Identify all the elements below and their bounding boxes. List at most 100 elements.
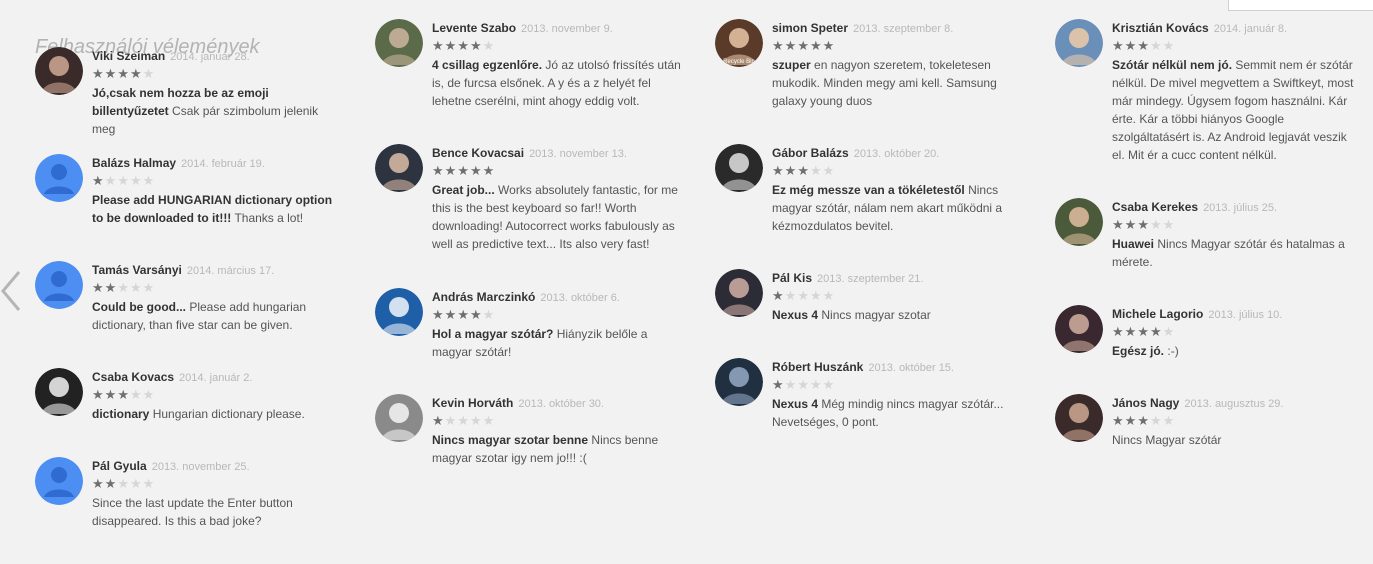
star-icon: ★ <box>822 377 836 392</box>
star-icon: ★ <box>104 387 118 402</box>
reviewer-name[interactable]: Michele Lagorio <box>1112 307 1203 321</box>
star-icon: ★ <box>1149 413 1163 428</box>
reviewer-name[interactable]: János Nagy <box>1112 396 1179 410</box>
star-rating: ★★★★★ <box>772 378 835 392</box>
user-avatar[interactable] <box>1055 198 1103 246</box>
star-icon: ★ <box>1112 413 1125 428</box>
star-icon: ★ <box>104 173 118 188</box>
reviewer-name[interactable]: Pál Kis <box>772 271 812 285</box>
review-text: Hungarian dictionary please. <box>152 407 305 421</box>
review-header: Krisztián Kovács 2014. január 8. <box>1112 21 1287 36</box>
review-body: 4 csillag egzenlőre. Jó az utolsó frissí… <box>432 56 682 110</box>
review-title: szuper <box>772 58 811 72</box>
user-avatar[interactable] <box>375 394 423 442</box>
review-date: 2013. augusztus 29. <box>1184 398 1284 410</box>
review-header: Róbert Huszánk 2013. október 15. <box>772 360 954 375</box>
star-icon: ★ <box>797 38 810 53</box>
star-icon: ★ <box>432 38 445 53</box>
reviewer-name[interactable]: András Marczinkó <box>432 290 535 304</box>
star-icon: ★ <box>1112 217 1125 232</box>
star-icon: ★ <box>772 288 785 303</box>
default-avatar-icon[interactable] <box>35 457 83 505</box>
user-avatar[interactable] <box>1055 394 1103 442</box>
chevron-left-icon <box>1 271 21 311</box>
review-date: 2014. február 19. <box>181 158 265 170</box>
default-avatar-icon[interactable] <box>35 154 83 202</box>
reviewer-name[interactable]: Csaba Kovacs <box>92 370 174 384</box>
reviewer-name[interactable]: Gábor Balázs <box>772 146 849 160</box>
star-icon: ★ <box>784 288 798 303</box>
star-icon: ★ <box>482 307 496 322</box>
star-icon: ★ <box>469 307 483 322</box>
review-body: Hol a magyar szótár? Hiányzik belőle a m… <box>432 325 682 361</box>
review-body: dictionary Hungarian dictionary please. <box>92 405 342 423</box>
user-avatar[interactable] <box>715 269 763 317</box>
previous-page-arrow[interactable] <box>0 268 22 314</box>
reviewer-name[interactable]: Krisztián Kovács <box>1112 21 1209 35</box>
review-text: :-) <box>1167 344 1179 358</box>
star-icon: ★ <box>92 476 105 491</box>
star-rating: ★★★★★ <box>432 414 495 428</box>
user-avatar[interactable] <box>35 47 83 95</box>
review-date: 2014. január 2. <box>179 372 253 384</box>
review-date: 2014. március 17. <box>186 265 275 277</box>
reviewer-name[interactable]: Tamás Varsányi <box>92 263 182 277</box>
user-avatar[interactable] <box>375 288 423 336</box>
review-title: Szótár nélkül nem jó. <box>1112 58 1233 72</box>
review-header: Gábor Balázs 2013. október 20. <box>772 146 939 161</box>
review-header: Csaba Kovacs 2014. január 2. <box>92 370 252 385</box>
star-icon: ★ <box>822 38 836 53</box>
star-icon: ★ <box>1162 324 1176 339</box>
review-body: Egész jó. :-) <box>1112 342 1362 360</box>
star-icon: ★ <box>1162 413 1176 428</box>
reviewer-name[interactable]: Balázs Halmay <box>92 156 176 170</box>
user-avatar[interactable]: Recycle Bin <box>715 19 763 67</box>
star-rating: ★★★★★ <box>432 308 495 322</box>
star-icon: ★ <box>1149 217 1163 232</box>
star-icon: ★ <box>432 413 445 428</box>
reviewer-name[interactable]: Róbert Huszánk <box>772 360 863 374</box>
star-rating: ★★★★★ <box>92 388 155 402</box>
review-header: Kevin Horváth 2013. október 30. <box>432 396 604 411</box>
review-header: János Nagy 2013. augusztus 29. <box>1112 396 1283 411</box>
review-title: Huawei <box>1112 237 1155 251</box>
review-body: Nincs Magyar szótár <box>1112 431 1362 449</box>
reviewer-name[interactable]: Pál Gyula <box>92 459 147 473</box>
user-avatar[interactable] <box>35 368 83 416</box>
reviewer-name[interactable]: simon Speter <box>772 21 848 35</box>
star-rating: ★★★★★ <box>772 289 835 303</box>
review-body: Huawei Nincs Magyar szótár és hatalmas a… <box>1112 235 1362 271</box>
reviewer-name[interactable]: Viki Szeiman <box>92 49 165 63</box>
sort-dropdown[interactable] <box>1228 0 1373 11</box>
star-rating: ★★★★★ <box>92 67 155 81</box>
star-icon: ★ <box>104 476 118 491</box>
reviewer-name[interactable]: Bence Kovacsai <box>432 146 524 160</box>
default-avatar-icon[interactable] <box>35 261 83 309</box>
user-avatar[interactable] <box>715 358 763 406</box>
review-header: Balázs Halmay 2014. február 19. <box>92 156 265 171</box>
star-icon: ★ <box>444 307 458 322</box>
star-icon: ★ <box>129 387 143 402</box>
star-icon: ★ <box>809 377 823 392</box>
star-icon: ★ <box>129 476 143 491</box>
user-avatar[interactable] <box>1055 19 1103 67</box>
star-icon: ★ <box>117 66 130 81</box>
star-icon: ★ <box>772 377 785 392</box>
reviewer-name[interactable]: Levente Szabo <box>432 21 516 35</box>
star-icon: ★ <box>1124 324 1138 339</box>
star-icon: ★ <box>457 307 470 322</box>
review-body: Jó,csak nem hozza be az emoji billentyűz… <box>92 84 342 138</box>
review-header: Pál Gyula 2013. november 25. <box>92 459 250 474</box>
star-icon: ★ <box>822 163 836 178</box>
star-icon: ★ <box>142 66 156 81</box>
user-avatar[interactable] <box>375 144 423 192</box>
user-avatar[interactable] <box>1055 305 1103 353</box>
reviewer-name[interactable]: Kevin Horváth <box>432 396 513 410</box>
reviewer-name[interactable]: Csaba Kerekes <box>1112 200 1198 214</box>
star-icon: ★ <box>809 288 823 303</box>
user-avatar[interactable] <box>375 19 423 67</box>
star-icon: ★ <box>1162 217 1176 232</box>
star-icon: ★ <box>784 163 798 178</box>
user-avatar[interactable] <box>715 144 763 192</box>
review-body: Nexus 4 Még mindig nincs magyar szótár..… <box>772 395 1022 431</box>
